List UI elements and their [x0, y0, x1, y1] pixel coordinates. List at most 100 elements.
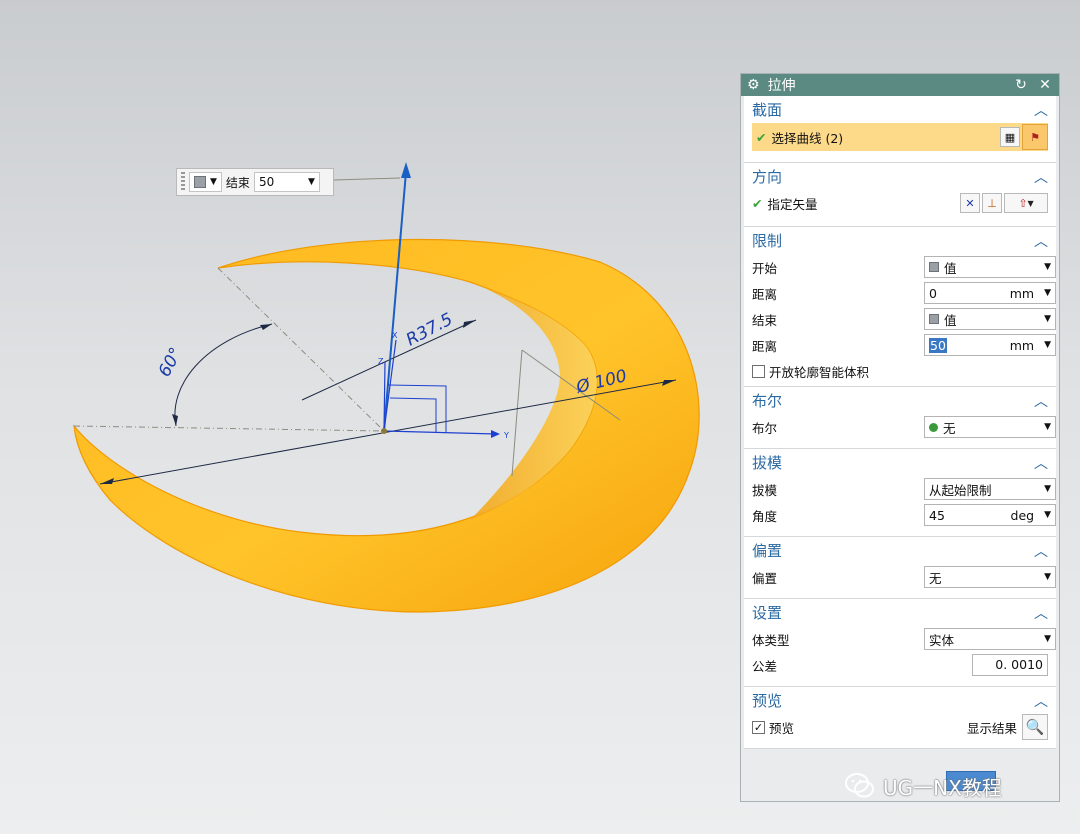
offset-panel: 偏置 ︿ 偏置 无 ▼: [744, 537, 1056, 599]
offset-value: 无: [929, 570, 942, 586]
end-row: 结束 值 ▼: [744, 306, 1056, 332]
chevron-down-icon: ▼: [1044, 572, 1051, 582]
direction-header[interactable]: 方向 ︿: [744, 163, 1056, 190]
chevron-down-icon: ▼: [1044, 484, 1051, 494]
dialog-titlebar[interactable]: ⚙ 拉伸 ↻ ✕: [741, 74, 1059, 96]
chevron-up-icon[interactable]: ︿: [1034, 691, 1048, 711]
chevron-down-icon: ▼: [308, 177, 315, 187]
angle-field[interactable]: 45 deg ▼: [924, 504, 1056, 526]
origin-point[interactable]: [381, 428, 387, 434]
chevron-up-icon[interactable]: ︿: [1034, 167, 1048, 187]
offset-title: 偏置: [752, 542, 783, 560]
cube-icon: [194, 176, 206, 188]
extruded-body[interactable]: [73, 238, 700, 613]
offset-dropdown[interactable]: 无 ▼: [924, 566, 1056, 588]
gear-icon: ⚙: [747, 77, 760, 93]
end-type-value: 值: [944, 312, 957, 328]
start-type-dropdown[interactable]: 值 ▼: [924, 256, 1056, 278]
body-type-dropdown[interactable]: 实体 ▼: [924, 628, 1056, 650]
end-type-dropdown[interactable]: 值 ▼: [924, 308, 1056, 330]
extrude-direction-vector[interactable]: [383, 171, 407, 432]
chevron-down-icon[interactable]: ▼: [1044, 510, 1051, 520]
draft-value: 从起始限制: [929, 482, 992, 498]
curve-icon[interactable]: ⚑: [1022, 124, 1048, 150]
angle-value[interactable]: 45: [929, 508, 1011, 523]
csys-plane: [387, 384, 447, 432]
arrow-head: [260, 324, 272, 330]
tolerance-field[interactable]: 0. 0010: [972, 654, 1048, 676]
body-type-row: 体类型 实体 ▼: [744, 626, 1056, 652]
drag-handle[interactable]: [181, 172, 185, 192]
radius-dimension-text[interactable]: R37.5: [403, 309, 456, 350]
start-type-value: 值: [944, 260, 957, 276]
end-value[interactable]: 50: [259, 175, 274, 189]
z-axis-label: Z: [378, 357, 384, 366]
end-distance-row: 距离 50 mm ▼: [744, 332, 1056, 358]
reset-icon[interactable]: ↻: [1013, 74, 1029, 96]
chevron-down-icon[interactable]: ▼: [1044, 288, 1051, 298]
end-label: 结束: [225, 175, 250, 190]
end-distance-field[interactable]: 50 mm ▼: [924, 334, 1056, 356]
sketch-section-icon[interactable]: ▦: [1000, 127, 1020, 147]
chevron-down-icon: ▼: [1044, 314, 1051, 324]
select-curve-label[interactable]: 选择曲线 (2): [771, 128, 998, 147]
open-profile-label[interactable]: 开放轮廓智能体积: [769, 362, 869, 381]
cube-icon: [929, 314, 939, 324]
boolean-header[interactable]: 布尔 ︿: [744, 387, 1056, 414]
section-header[interactable]: 截面 ︿: [744, 96, 1056, 123]
boolean-dropdown[interactable]: 无 ▼: [924, 416, 1056, 438]
angle-dimension-text[interactable]: 60°: [155, 344, 187, 380]
limits-header[interactable]: 限制 ︿: [744, 227, 1056, 254]
boolean-value: 无: [943, 420, 956, 436]
boolean-title: 布尔: [752, 392, 783, 410]
preview-title: 预览: [752, 692, 783, 710]
vector-arrowhead[interactable]: [401, 162, 411, 178]
chevron-up-icon[interactable]: ︿: [1034, 231, 1048, 251]
close-icon[interactable]: ✕: [1037, 74, 1053, 96]
end-distance-value[interactable]: 50: [929, 337, 947, 353]
offset-row: 偏置 无 ▼: [744, 564, 1056, 590]
start-distance-row: 距离 0 mm ▼: [744, 280, 1056, 306]
reverse-direction-icon[interactable]: ✕: [960, 193, 980, 213]
chevron-up-icon[interactable]: ︿: [1034, 453, 1048, 473]
draft-dropdown[interactable]: 从起始限制 ▼: [924, 478, 1056, 500]
draft-header[interactable]: 拔模 ︿: [744, 449, 1056, 476]
preview-label[interactable]: 预览: [769, 718, 967, 737]
specify-vector-label: 指定矢量: [767, 196, 818, 212]
limits-panel: 限制 ︿ 开始 值 ▼ 距离 0 mm ▼ 结束 值 ▼ 距离 50 mm ▼ …: [744, 227, 1056, 387]
y-axis: [383, 430, 497, 435]
settings-header[interactable]: 设置 ︿: [744, 599, 1056, 626]
start-distance-field[interactable]: 0 mm ▼: [924, 282, 1056, 304]
preview-row: ✓ 预览 显示结果 🔍: [744, 714, 1056, 740]
preview-header[interactable]: 预览 ︿: [744, 687, 1056, 714]
open-profile-checkbox[interactable]: [752, 364, 765, 378]
specify-vector-row[interactable]: ✔ 指定矢量 ✕ ⊥ ⇧ ▼: [744, 190, 1056, 216]
arrow-head: [172, 414, 178, 426]
direction-panel: 方向 ︿ ✔ 指定矢量 ✕ ⊥ ⇧ ▼: [744, 163, 1056, 227]
settings-panel: 设置 ︿ 体类型 实体 ▼ 公差 0. 0010: [744, 599, 1056, 687]
inferred-vector-dropdown[interactable]: ⇧ ▼: [1004, 193, 1048, 213]
magnifier-icon[interactable]: 🔍: [1022, 714, 1048, 740]
chevron-down-icon: ▼: [1044, 634, 1051, 644]
section-panel: 截面 ︿ ✔ 选择曲线 (2) ▦ ⚑: [744, 96, 1056, 163]
select-curve-row[interactable]: ✔ 选择曲线 (2) ▦ ⚑: [752, 123, 1048, 151]
draft-row: 拔模 从起始限制 ▼: [744, 476, 1056, 502]
y-axis-label: Y: [503, 431, 509, 440]
csys-plane: [389, 397, 437, 432]
chevron-up-icon[interactable]: ︿: [1034, 541, 1048, 561]
chevron-down-icon[interactable]: ▼: [1044, 340, 1051, 350]
checkmark-icon: ✔: [752, 195, 763, 211]
chevron-up-icon[interactable]: ︿: [1034, 391, 1048, 411]
chevron-up-icon[interactable]: ︿: [1034, 100, 1048, 120]
show-result-label: 显示结果: [966, 720, 1017, 736]
chevron-up-icon[interactable]: ︿: [1034, 603, 1048, 623]
tolerance-row: 公差 0. 0010: [744, 652, 1056, 678]
extrude-dialog: ⚙ 拉伸 ↻ ✕ 截面 ︿ ✔ 选择曲线 (2) ▦ ⚑ 方向 ︿ ✔ 指定矢量…: [740, 73, 1060, 802]
vector-dialog-icon[interactable]: ⊥: [982, 193, 1002, 213]
offset-header[interactable]: 偏置 ︿: [744, 537, 1056, 564]
start-distance-value[interactable]: 0: [929, 286, 1010, 301]
open-profile-row[interactable]: 开放轮廓智能体积: [744, 358, 1056, 384]
limit-type-dropdown[interactable]: ▼: [189, 172, 222, 192]
end-value-dropdown[interactable]: 50 ▼: [253, 172, 320, 192]
preview-checkbox[interactable]: ✓: [752, 720, 765, 734]
